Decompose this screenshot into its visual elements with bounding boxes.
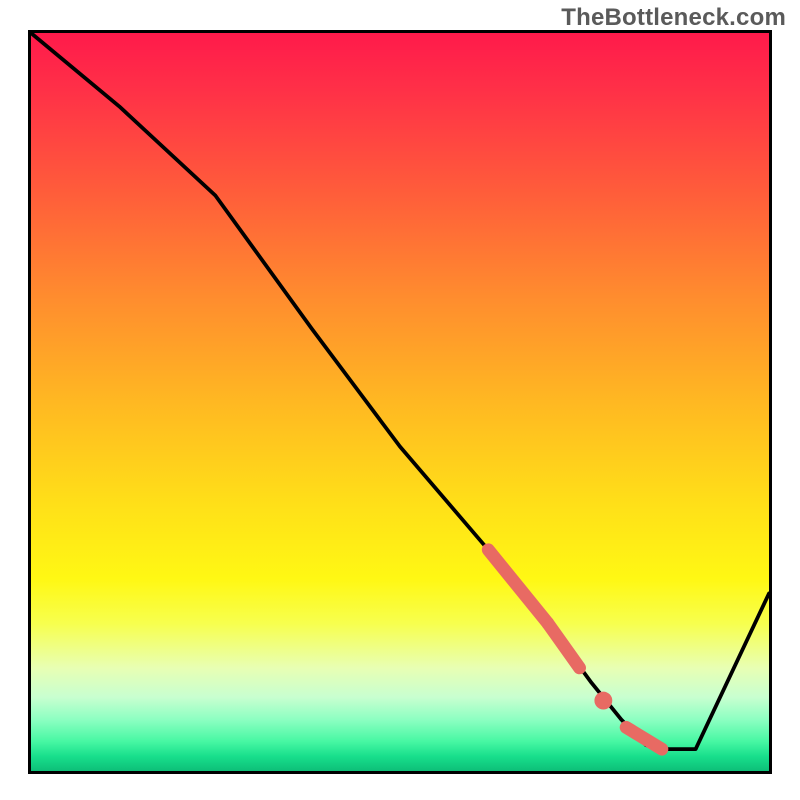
highlight-marker-mid xyxy=(594,692,612,710)
plot-area xyxy=(28,30,772,774)
chart-overlay-svg xyxy=(31,33,769,771)
curve-main-line xyxy=(31,33,769,749)
highlight-segment-bottom xyxy=(626,727,662,749)
highlight-segment-1 xyxy=(488,550,548,623)
watermark-text: TheBottleneck.com xyxy=(561,4,786,32)
highlight-segment-1b xyxy=(548,623,580,668)
chart-container: TheBottleneck.com xyxy=(0,0,800,800)
